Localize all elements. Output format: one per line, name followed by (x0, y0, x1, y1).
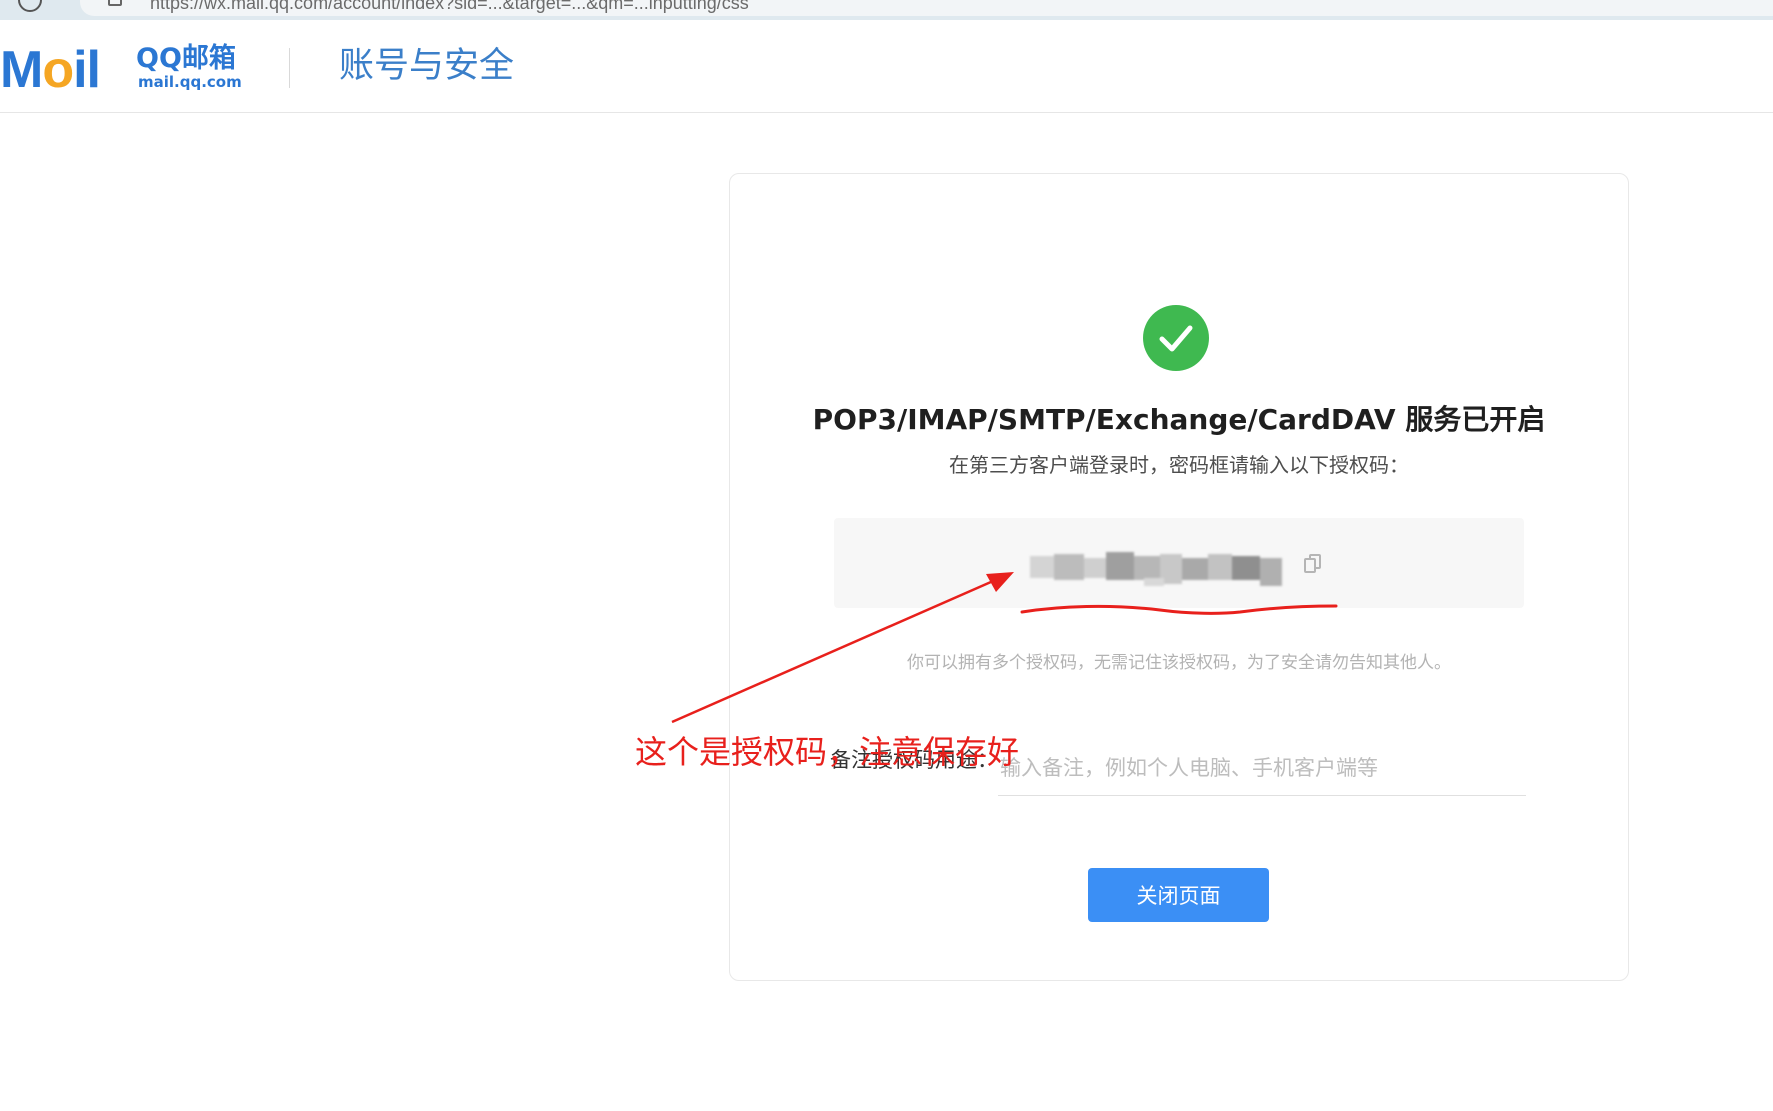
qq-mail-logo[interactable]: Moil QQ邮箱 mail.qq.com (0, 42, 250, 98)
instruction-text: 在第三方客户端登录时，密码框请输入以下授权码： (949, 453, 1409, 477)
copy-icon[interactable] (1304, 554, 1322, 574)
browser-address-bar: https://wx.mail.qq.com/account/index?sid… (0, 0, 1773, 20)
url-text[interactable]: https://wx.mail.qq.com/account/index?sid… (150, 0, 749, 12)
browser-info-icon[interactable] (18, 0, 42, 12)
logo-letters-il: il (73, 41, 101, 99)
close-page-button[interactable]: 关闭页面 (1088, 868, 1269, 922)
auth-code-value-redacted[interactable] (1030, 552, 1284, 586)
note-input[interactable] (998, 740, 1526, 796)
logo-brand: QQ邮箱 (136, 43, 236, 74)
security-hint: 你可以拥有多个授权码，无需记住该授权码，为了安全请勿告知其他人。 (907, 653, 1451, 673)
header-divider (289, 48, 290, 88)
service-enabled-title: POP3/IMAP/SMTP/Exchange/CardDAV 服务已开启 (812, 403, 1546, 436)
check-circle-icon (1143, 305, 1209, 371)
page-header: Moil QQ邮箱 mail.qq.com 账号与安全 (0, 20, 1773, 113)
annotation-text: 这个是授权码，注意保存好 (635, 733, 1020, 771)
logo-letter-o: o (42, 41, 74, 99)
page-icon (108, 0, 122, 6)
logo-domain: mail.qq.com (138, 73, 242, 91)
page-title: 账号与安全 (339, 46, 515, 86)
logo-mail-wordmark: Moil (0, 41, 101, 99)
logo-letter-m: M (0, 41, 43, 99)
